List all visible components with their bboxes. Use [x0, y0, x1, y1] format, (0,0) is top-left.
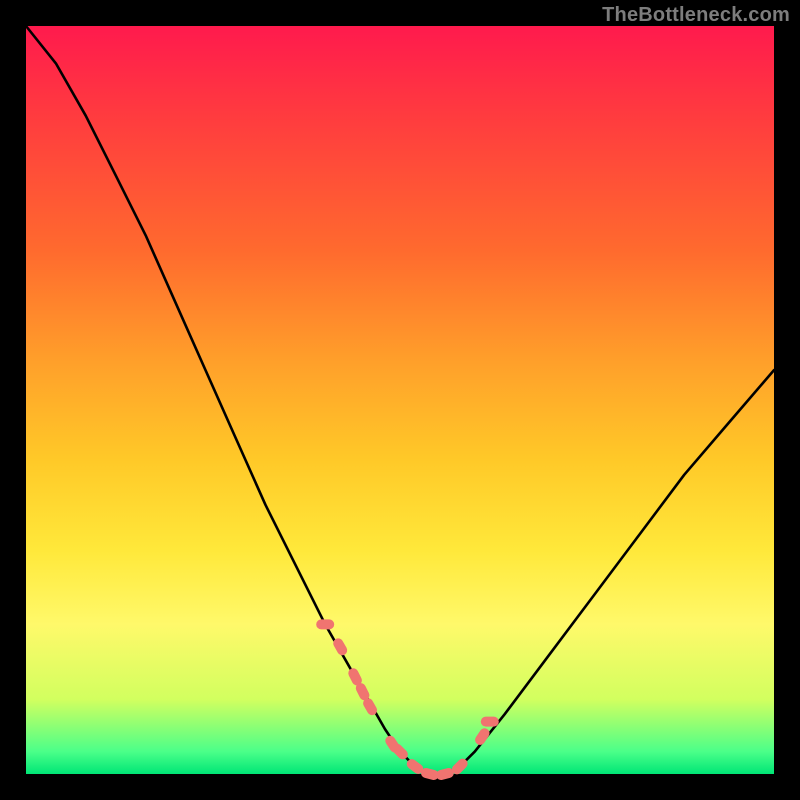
watermark-text: TheBottleneck.com — [602, 4, 790, 27]
marker-point — [316, 619, 334, 629]
chart-frame: TheBottleneck.com — [0, 0, 800, 800]
chart-overlay — [26, 26, 774, 774]
marker-point — [473, 726, 491, 747]
marker-point — [481, 717, 499, 727]
bottleneck-curve — [26, 26, 774, 774]
